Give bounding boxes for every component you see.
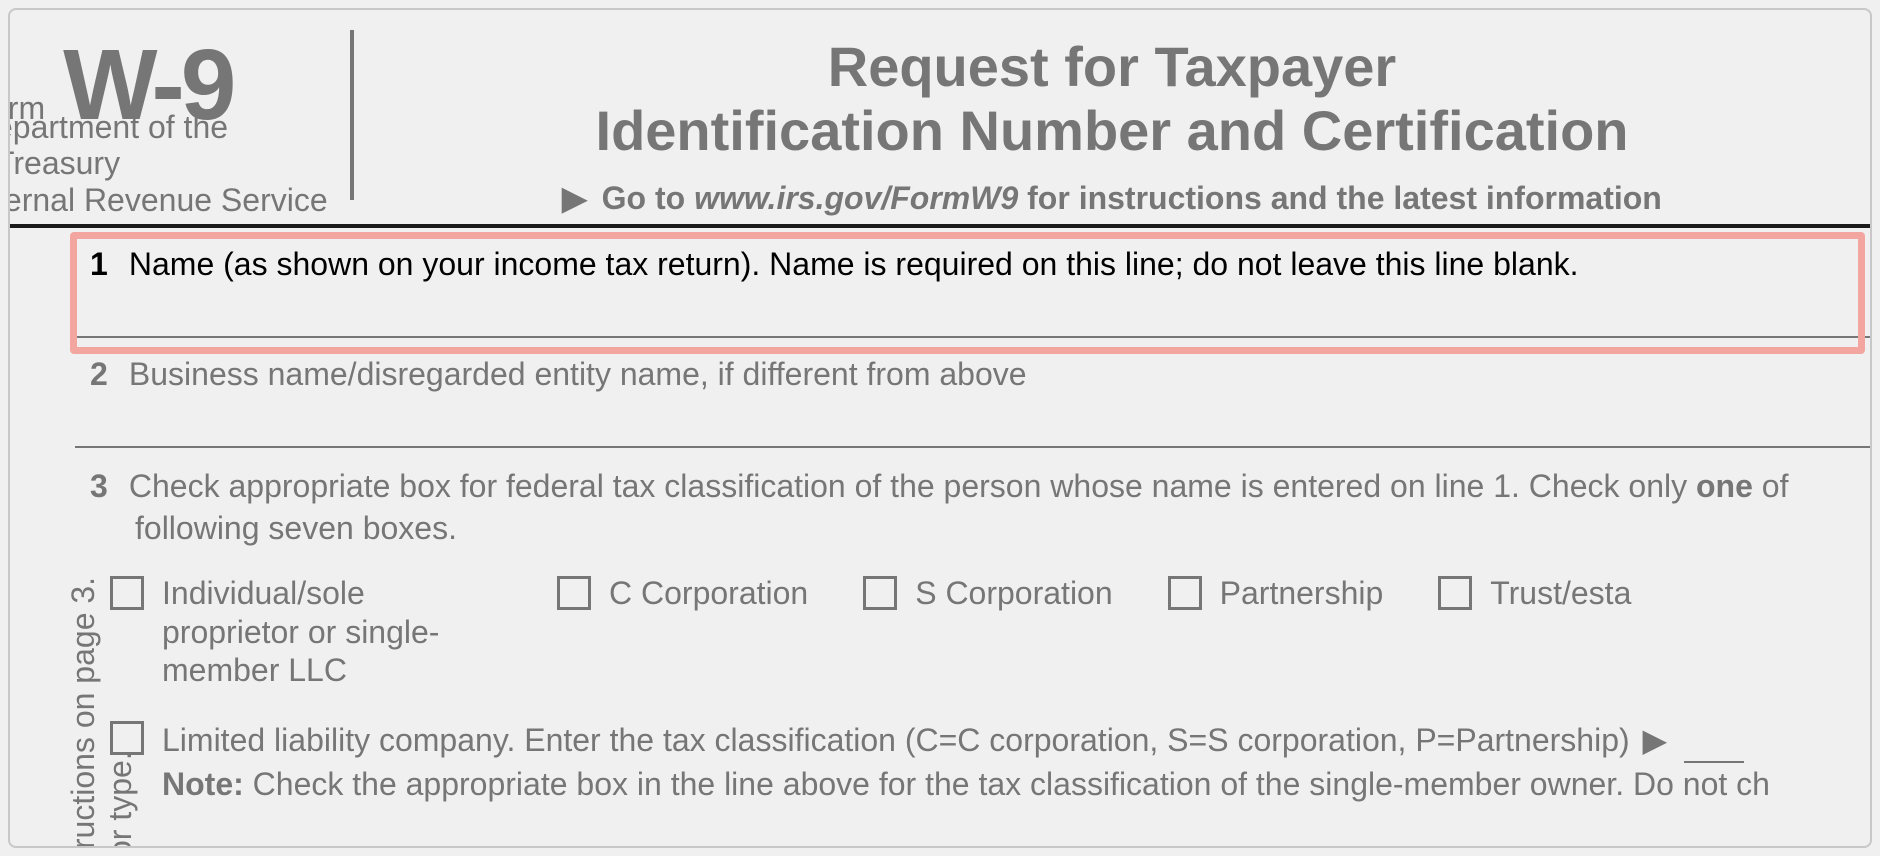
- checkbox-box-icon[interactable]: [863, 576, 897, 610]
- checkbox-trust[interactable]: Trust/esta: [1438, 574, 1631, 689]
- instructions-link: ▶ Go to www.irs.gov/FormW9 for instructi…: [354, 179, 1870, 217]
- side-label: tructions on page 3. or type.: [10, 228, 75, 816]
- title-line-1: Request for Taxpayer: [354, 35, 1870, 99]
- checkbox-box-icon[interactable]: [557, 576, 591, 610]
- link-suffix: for instructions and the latest informat…: [1018, 180, 1662, 216]
- link-url: www.irs.gov/FormW9: [694, 180, 1018, 216]
- triangle-right-icon: ▶: [562, 180, 587, 216]
- department-block: epartment of the Treasury ternal Revenue…: [8, 109, 350, 219]
- form-page: orm W-9 epartment of the Treasury ternal…: [8, 8, 1872, 848]
- row-3-text-a: Check appropriate box for federal tax cl…: [129, 468, 1696, 504]
- llc-text-block: Limited liability company. Enter the tax…: [162, 719, 1770, 805]
- fields-column: 1 Name (as shown on your income tax retu…: [75, 228, 1870, 816]
- checkbox-s-corp[interactable]: S Corporation: [863, 574, 1112, 689]
- row-2-text: Business name/disregarded entity name, i…: [129, 356, 1027, 392]
- checkbox-box-icon[interactable]: [1168, 576, 1202, 610]
- title-line-2: Identification Number and Certification: [354, 99, 1870, 163]
- dept-line-1: epartment of the Treasury: [8, 109, 350, 183]
- row-1-name[interactable]: 1 Name (as shown on your income tax retu…: [75, 228, 1870, 338]
- row-2-number: 2: [90, 356, 120, 393]
- row-3-number: 3: [90, 466, 120, 508]
- checkbox-individual[interactable]: Individual/sole proprietor or single-mem…: [110, 574, 502, 689]
- row-2-business-name[interactable]: 2 Business name/disregarded entity name,…: [75, 338, 1870, 448]
- checkbox-box-icon[interactable]: [1438, 576, 1472, 610]
- link-prefix: Go to: [602, 180, 694, 216]
- checkbox-partnership-label: Partnership: [1220, 574, 1384, 612]
- llc-main-text: Limited liability company. Enter the tax…: [162, 722, 1630, 758]
- form-header: orm W-9 epartment of the Treasury ternal…: [10, 10, 1870, 224]
- checkbox-c-corp-label: C Corporation: [609, 574, 808, 612]
- form-title: Request for Taxpayer Identification Numb…: [354, 35, 1870, 164]
- checkbox-partnership[interactable]: Partnership: [1168, 574, 1384, 689]
- checkbox-individual-label: Individual/sole proprietor or single-mem…: [162, 574, 502, 689]
- triangle-right-icon: ▶: [1643, 722, 1668, 758]
- llc-note-label: Note:: [162, 766, 244, 802]
- llc-note-text: Check the appropriate box in the line ab…: [244, 766, 1770, 802]
- header-left-block: orm W-9 epartment of the Treasury ternal…: [10, 10, 350, 224]
- row-3-classification: 3 Check appropriate box for federal tax …: [75, 448, 1870, 816]
- row-3-text-d: following seven boxes.: [135, 508, 1870, 550]
- llc-blank-line[interactable]: [1684, 761, 1744, 763]
- checkbox-llc-row: Limited liability company. Enter the tax…: [110, 719, 1870, 805]
- header-right-block: Request for Taxpayer Identification Numb…: [354, 10, 1870, 224]
- row-1-number: 1: [90, 246, 120, 283]
- row-3-text-b: one: [1696, 468, 1753, 504]
- checkbox-s-corp-label: S Corporation: [915, 574, 1112, 612]
- classification-checkboxes: Individual/sole proprietor or single-mem…: [110, 574, 1870, 719]
- row-1-text: Name (as shown on your income tax return…: [129, 246, 1579, 282]
- checkbox-trust-label: Trust/esta: [1490, 574, 1631, 612]
- checkbox-c-corp[interactable]: C Corporation: [557, 574, 808, 689]
- form-body: tructions on page 3. or type. 1 Name (as…: [10, 224, 1870, 816]
- checkbox-box-icon[interactable]: [110, 576, 144, 610]
- dept-line-2: ternal Revenue Service: [8, 182, 350, 219]
- checkbox-box-icon[interactable]: [110, 721, 144, 755]
- row-3-text-c: of: [1753, 468, 1789, 504]
